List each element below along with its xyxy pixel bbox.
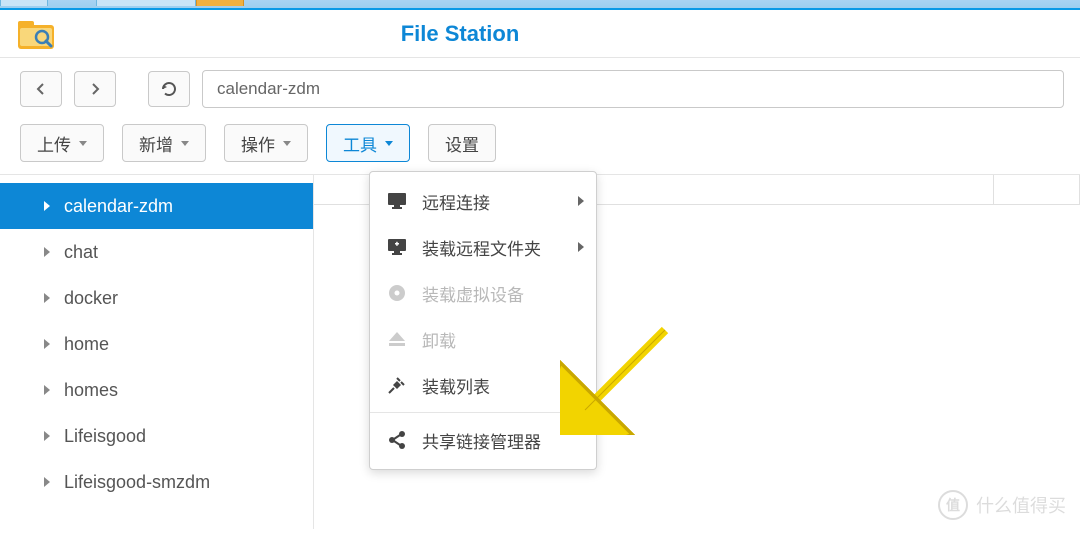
menu-share-manager[interactable]: 共享链接管理器	[370, 417, 596, 463]
tools-button[interactable]: 工具	[326, 124, 410, 162]
settings-button[interactable]: 设置	[428, 124, 496, 162]
tree-expand-icon	[44, 477, 50, 487]
menu-label: 装载远程文件夹	[422, 235, 541, 260]
caret-icon	[181, 141, 189, 146]
path-text: calendar-zdm	[217, 79, 320, 99]
sidebar-item-label: docker	[64, 288, 118, 309]
path-input[interactable]: calendar-zdm	[202, 70, 1064, 108]
sidebar-item-chat[interactable]: chat	[0, 229, 313, 275]
tree-expand-icon	[44, 339, 50, 349]
action-button[interactable]: 操作	[224, 124, 308, 162]
plug-icon	[386, 375, 408, 395]
tools-label: 工具	[343, 131, 377, 156]
action-label: 操作	[241, 131, 275, 156]
caret-icon	[283, 141, 291, 146]
sidebar: calendar-zdm chat docker home homes Life…	[0, 175, 314, 529]
file-list-area: 远程连接 装载远程文件夹 装载虚拟设备 卸载	[314, 175, 1080, 529]
upload-button[interactable]: 上传	[20, 124, 104, 162]
eject-icon	[386, 330, 408, 348]
share-icon	[386, 430, 408, 450]
sidebar-item-label: Lifeisgood-smzdm	[64, 472, 210, 493]
sidebar-item-label: calendar-zdm	[64, 196, 173, 217]
refresh-icon	[160, 80, 178, 98]
sidebar-item-label: home	[64, 334, 109, 355]
chevron-left-icon	[34, 82, 48, 96]
menu-mount-remote[interactable]: 装载远程文件夹	[370, 224, 596, 270]
caret-icon	[385, 141, 393, 146]
create-button[interactable]: 新增	[122, 124, 206, 162]
content-area: calendar-zdm chat docker home homes Life…	[0, 175, 1080, 529]
sidebar-item-home[interactable]: home	[0, 321, 313, 367]
watermark-icon: 值	[938, 490, 968, 520]
create-label: 新增	[139, 131, 173, 156]
menu-mount-virtual: 装载虚拟设备	[370, 270, 596, 316]
forward-button[interactable]	[74, 71, 116, 107]
app-header: File Station	[0, 10, 1080, 58]
menu-remote-connect[interactable]: 远程连接	[370, 178, 596, 224]
sidebar-item-label: Lifeisgood	[64, 426, 146, 447]
tree-expand-icon	[44, 431, 50, 441]
submenu-arrow-icon	[578, 196, 584, 206]
menu-separator	[370, 412, 596, 413]
tree-expand-icon	[44, 293, 50, 303]
tree-expand-icon	[44, 201, 50, 211]
sidebar-item-homes[interactable]: homes	[0, 367, 313, 413]
sidebar-item-label: homes	[64, 380, 118, 401]
list-col-2[interactable]	[994, 175, 1080, 204]
tree-expand-icon	[44, 247, 50, 257]
sidebar-item-lifeisgood-smzdm[interactable]: Lifeisgood-smzdm	[0, 459, 313, 505]
watermark-text: 什么值得买	[976, 492, 1066, 518]
menu-unmount: 卸载	[370, 316, 596, 362]
window-frame-top	[0, 0, 1080, 10]
tree-expand-icon	[44, 385, 50, 395]
app-title: File Station	[0, 21, 1064, 47]
menu-label: 共享链接管理器	[422, 428, 541, 453]
back-button[interactable]	[20, 71, 62, 107]
sidebar-item-calendar-zdm[interactable]: calendar-zdm	[0, 183, 313, 229]
watermark: 值 什么值得买	[938, 490, 1066, 520]
settings-label: 设置	[445, 131, 479, 156]
menu-label: 装载虚拟设备	[422, 281, 524, 306]
disc-icon	[386, 283, 408, 303]
tools-dropdown: 远程连接 装载远程文件夹 装载虚拟设备 卸载	[369, 171, 597, 470]
navigation-row: calendar-zdm	[0, 58, 1080, 118]
menu-label: 装载列表	[422, 373, 490, 398]
menu-label: 卸载	[422, 327, 456, 352]
submenu-arrow-icon	[578, 242, 584, 252]
menu-mount-list[interactable]: 装载列表	[370, 362, 596, 408]
monitor-plus-icon	[386, 238, 408, 256]
menu-label: 远程连接	[422, 189, 490, 214]
sidebar-item-lifeisgood[interactable]: Lifeisgood	[0, 413, 313, 459]
monitor-icon	[386, 192, 408, 210]
chevron-right-icon	[88, 82, 102, 96]
sidebar-item-label: chat	[64, 242, 98, 263]
refresh-button[interactable]	[148, 71, 190, 107]
sidebar-item-docker[interactable]: docker	[0, 275, 313, 321]
toolbar: 上传 新增 操作 工具 设置	[0, 118, 1080, 175]
upload-label: 上传	[37, 131, 71, 156]
caret-icon	[79, 141, 87, 146]
